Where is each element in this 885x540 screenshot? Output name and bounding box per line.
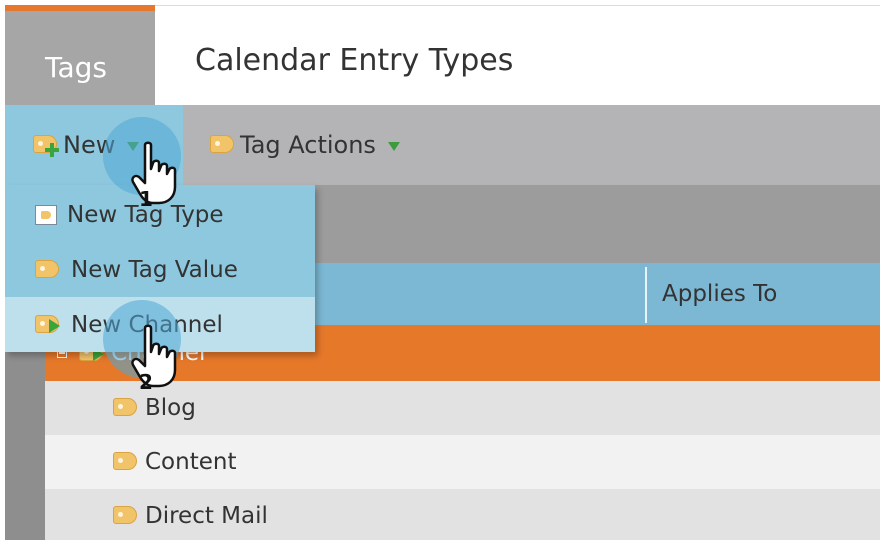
menu-item-new-tag-value[interactable]: New Tag Value [5, 242, 315, 297]
dropdown-arrow-icon[interactable] [387, 141, 400, 151]
header: Tags Calendar Entry Types [5, 5, 880, 105]
click-callout-2: 2 [103, 300, 183, 394]
tag-icon [113, 398, 139, 418]
tag-icon [210, 135, 236, 155]
table-row[interactable]: Content [45, 435, 880, 489]
tag-type-icon [35, 204, 57, 225]
step-number: 2 [139, 370, 153, 394]
row-label: Blog [145, 395, 196, 421]
row-label: Direct Mail [145, 503, 268, 529]
tag-add-icon [33, 135, 59, 157]
tag-icon [35, 259, 61, 280]
header-divider [155, 5, 880, 6]
tab-tags[interactable]: Tags [5, 5, 155, 105]
column-header-applies-to[interactable]: Applies To [662, 281, 777, 307]
page-title: Calendar Entry Types [195, 43, 514, 78]
table-row[interactable]: Direct Mail [45, 489, 880, 540]
step-number: 1 [139, 187, 153, 211]
tag-icon [113, 506, 139, 526]
column-resize-handle[interactable] [645, 267, 647, 323]
app-frame: Tags Calendar Entry Types New Tag Action… [5, 5, 880, 540]
tab-tags-label: Tags [45, 51, 107, 84]
channel-icon [35, 314, 61, 335]
tag-icon [113, 452, 139, 472]
row-label: Content [145, 449, 237, 475]
tag-actions-button[interactable]: Tag Actions [210, 105, 400, 185]
tag-actions-label: Tag Actions [240, 131, 376, 159]
menu-item-label: New Tag Value [71, 256, 238, 283]
click-callout-1: 1 [103, 117, 183, 211]
